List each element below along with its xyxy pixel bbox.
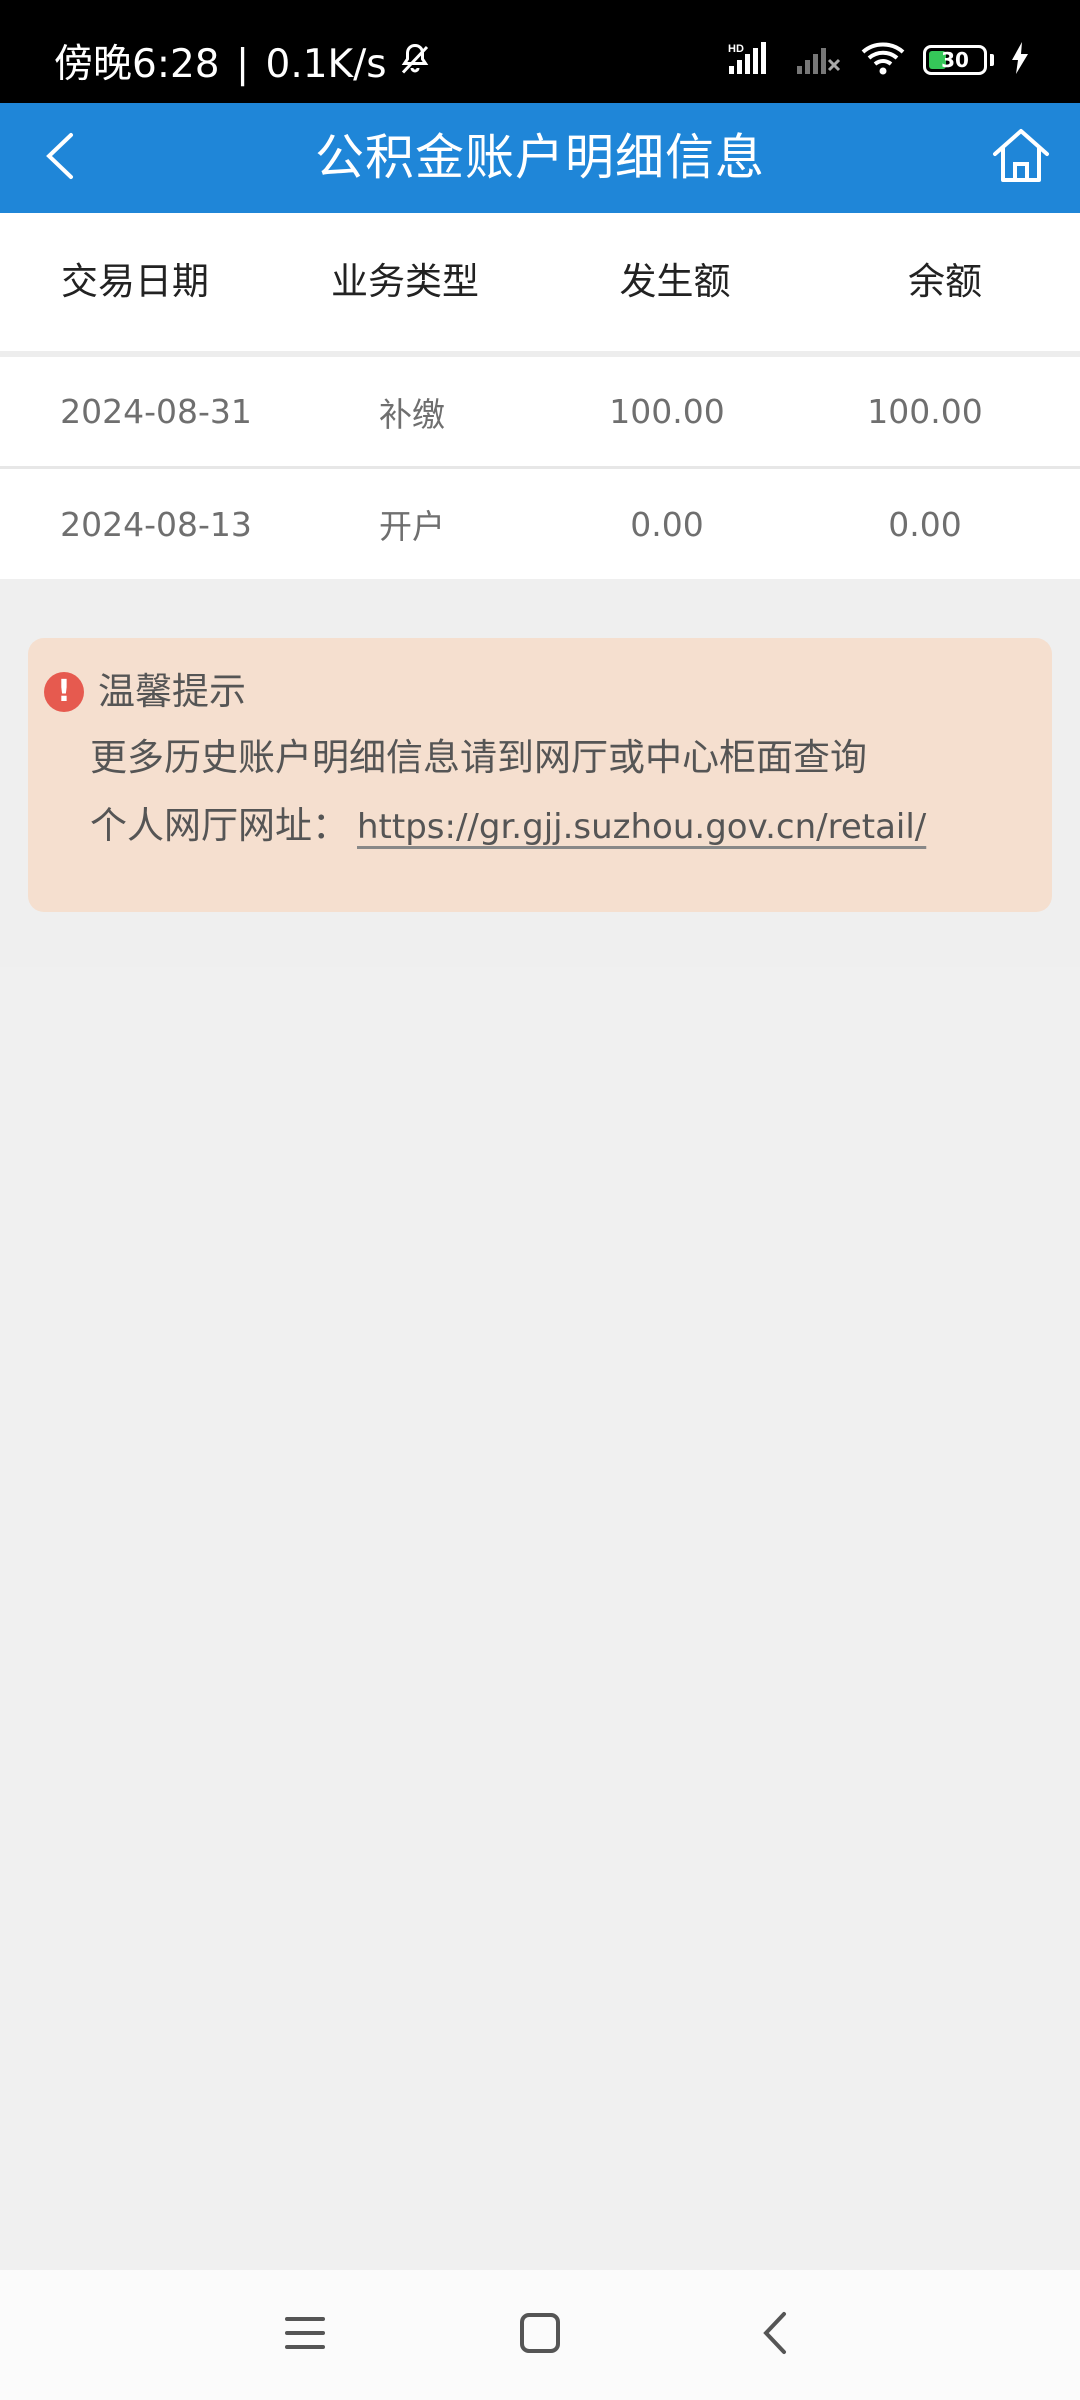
svg-text:HD: HD [728, 43, 744, 55]
cell-type: 开户 [379, 507, 445, 546]
mute-bell-icon [397, 40, 433, 90]
exclamation-icon: ! [44, 672, 84, 712]
cell-balance: 100.00 [867, 392, 983, 431]
battery-icon: 30 [923, 45, 987, 75]
cell-date: 2024-08-31 [60, 392, 252, 431]
status-separator: | [223, 42, 262, 87]
tip-message: 更多历史账户明细信息请到网厅或中心柜面查询 [90, 736, 867, 779]
cell-type: 补缴 [379, 394, 445, 434]
battery-level: 30 [941, 48, 969, 72]
hd-signal-icon: HD [727, 40, 779, 80]
status-bar: 傍晚6:28 | 0.1K/s HD 30 [0, 0, 1080, 103]
back-nav-button[interactable] [745, 2305, 805, 2365]
tip-title: 温馨提示 [98, 670, 246, 713]
menu-button[interactable] [275, 2305, 335, 2365]
table-header: 交易日期 业务类型 发生额 余额 [0, 213, 1080, 351]
column-header-type: 业务类型 [331, 260, 479, 303]
table-row: 2024-08-13 开户 0.00 0.00 [0, 469, 1080, 579]
status-left: 傍晚6:28 | 0.1K/s [54, 40, 433, 90]
status-time: 傍晚6:28 [54, 42, 220, 87]
wifi-icon [859, 40, 907, 80]
cell-balance: 0.00 [888, 504, 962, 544]
home-button[interactable] [988, 125, 1054, 191]
column-header-amount: 发生额 [619, 260, 731, 303]
cell-date: 2024-08-13 [60, 504, 252, 544]
column-header-date: 交易日期 [61, 260, 209, 303]
tip-url-link[interactable]: https://gr.gjj.suzhou.gov.cn/retail/ [357, 807, 926, 847]
table-row: 2024-08-31 补缴 100.00 100.00 [0, 357, 1080, 466]
menu-icon [283, 2313, 327, 2357]
tip-box: ! 温馨提示 更多历史账户明细信息请到网厅或中心柜面查询 个人网厅网址： http… [28, 638, 1052, 912]
charging-icon [1010, 42, 1030, 78]
home-icon [991, 126, 1051, 190]
app-header: 公积金账户明细信息 [0, 103, 1080, 213]
column-header-balance: 余额 [908, 260, 982, 303]
tip-url-line: 个人网厅网址： https://gr.gjj.suzhou.gov.cn/reta… [90, 802, 926, 851]
home-nav-button[interactable] [510, 2305, 570, 2365]
cell-amount: 100.00 [609, 392, 725, 431]
page-title: 公积金账户明细信息 [314, 129, 765, 186]
no-signal-icon [795, 40, 843, 80]
tip-url-label: 个人网厅网址： [90, 804, 349, 847]
home-square-icon [518, 2311, 562, 2359]
battery-cap [990, 54, 994, 66]
cell-amount: 0.00 [630, 504, 704, 544]
empty-area [0, 967, 1080, 2270]
back-chevron-icon [758, 2310, 792, 2360]
system-nav-bar [0, 2270, 1080, 2400]
network-speed: 0.1K/s [265, 42, 387, 87]
status-right: HD 30 [727, 40, 1030, 80]
